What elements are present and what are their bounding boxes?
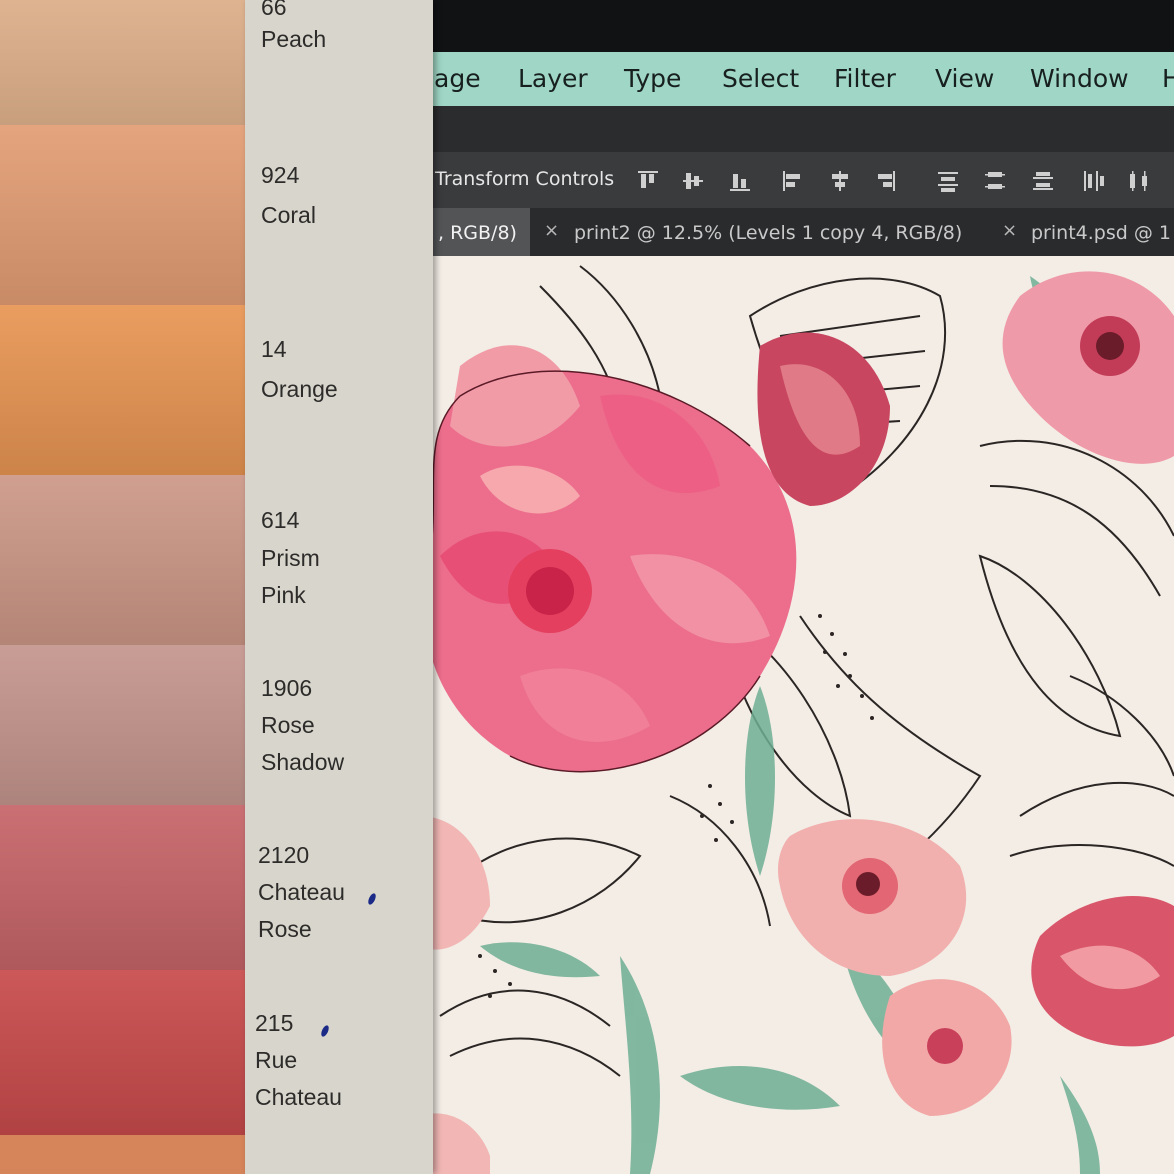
swatch-number: 66	[261, 0, 287, 20]
options-bar: Transform Controls	[420, 152, 1174, 208]
swatch-name: Pink	[261, 582, 306, 608]
menu-view[interactable]: View	[935, 64, 994, 93]
panel-strip	[420, 106, 1174, 152]
monitor-screen: age Layer Type Select Filter View Window…	[420, 0, 1174, 1174]
swatch-name: Rose	[261, 712, 315, 738]
swatch-name: Rue	[255, 1047, 298, 1073]
swatch-orange	[0, 305, 250, 480]
swatch-name: Orange	[261, 376, 338, 402]
menu-select[interactable]: Select	[722, 64, 799, 93]
close-icon[interactable]: ×	[544, 220, 559, 241]
color-card: 66 Peach 924 Coral 14 Orange 614 Prism P…	[245, 0, 433, 1174]
swatch-number: 2120	[258, 842, 310, 868]
distribute-left-icon[interactable]	[1080, 168, 1106, 194]
swatch-rue-chateau	[0, 970, 250, 1140]
swatch-prism-pink	[0, 475, 250, 650]
align-vertical-centers-icon[interactable]	[680, 168, 706, 194]
menu-bar: age Layer Type Select Filter View Window…	[420, 52, 1174, 106]
swatch-number: 14	[261, 336, 287, 362]
swatch-number: 614	[261, 507, 300, 533]
swatch-number: 924	[261, 162, 300, 188]
pen-mark	[319, 1024, 331, 1038]
menu-type[interactable]: Type	[624, 64, 681, 93]
menu-window[interactable]: Window	[1030, 64, 1129, 93]
distribute-bottom-icon[interactable]	[1030, 168, 1056, 194]
distribute-horizontal-centers-icon[interactable]	[1126, 168, 1152, 194]
swatch-name: Chateau	[255, 1084, 342, 1110]
swatch-chateau-rose	[0, 805, 250, 975]
floral-artwork	[420, 265, 1174, 1174]
align-left-edges-icon[interactable]	[780, 168, 806, 194]
align-horizontal-centers-icon[interactable]	[827, 168, 853, 194]
pen-mark	[366, 892, 378, 906]
swatch-name: Prism	[261, 545, 320, 571]
document-tab-bar: , RGB/8) × print2 @ 12.5% (Levels 1 copy…	[420, 208, 1174, 256]
menu-help[interactable]: H	[1162, 64, 1174, 93]
swatch-name: Peach	[261, 26, 327, 52]
swatch-name: Coral	[261, 202, 316, 228]
tab-print4[interactable]: print4.psd @ 1	[1031, 222, 1171, 244]
tab-active[interactable]: , RGB/8)	[420, 208, 530, 256]
transform-controls-label[interactable]: Transform Controls	[435, 168, 614, 190]
tab-print2[interactable]: print2 @ 12.5% (Levels 1 copy 4, RGB/8)	[574, 222, 962, 244]
menu-filter[interactable]: Filter	[834, 64, 896, 93]
tab-label: , RGB/8)	[438, 222, 517, 244]
swatch-peach	[0, 0, 250, 130]
menu-layer[interactable]: Layer	[518, 64, 588, 93]
menu-image[interactable]: age	[434, 64, 481, 93]
distribute-vertical-centers-icon[interactable]	[982, 168, 1008, 194]
align-bottom-edges-icon[interactable]	[727, 168, 753, 194]
distribute-top-icon[interactable]	[935, 168, 961, 194]
swatch-name: Rose	[258, 916, 312, 942]
fabric-swatch-strip	[0, 0, 250, 1174]
close-icon[interactable]: ×	[1002, 220, 1017, 241]
swatch-coral	[0, 125, 250, 310]
swatch-name: Chateau	[258, 879, 345, 905]
swatch-rose-shadow	[0, 645, 250, 810]
align-right-edges-icon[interactable]	[872, 168, 898, 194]
document-canvas[interactable]	[420, 256, 1174, 1174]
swatch-name: Shadow	[261, 749, 345, 775]
swatch-next	[0, 1135, 250, 1174]
align-top-edges-icon[interactable]	[635, 168, 661, 194]
swatch-number: 1906	[261, 675, 313, 701]
swatch-number: 215	[255, 1010, 294, 1036]
